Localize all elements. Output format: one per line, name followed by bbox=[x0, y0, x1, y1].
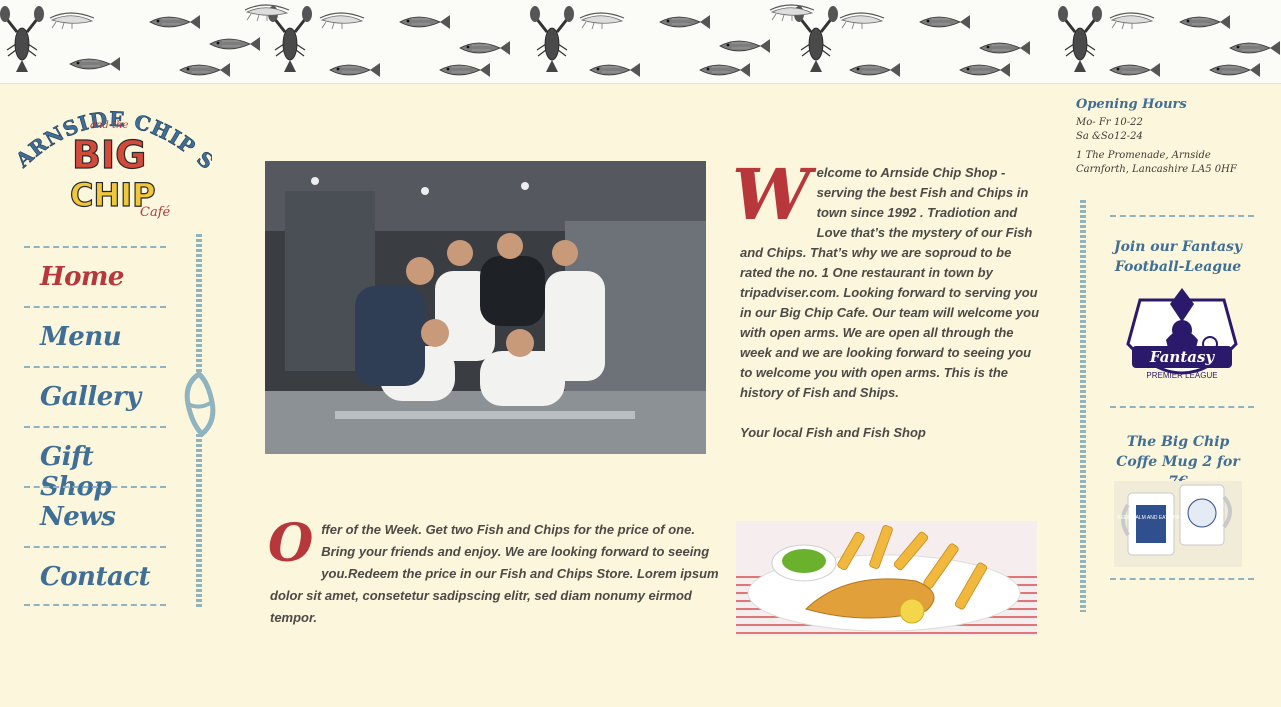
offer-section: O ffer of the Week. Get two Fish and Chi… bbox=[268, 513, 720, 629]
nav-item-menu[interactable]: Menu bbox=[24, 306, 166, 366]
address-line: 1 The Promenade, Arnside bbox=[1076, 150, 1211, 161]
opening-hours-title: Opening Hours bbox=[1076, 97, 1187, 112]
nav-item-home[interactable]: Home bbox=[24, 246, 166, 306]
nav-label: Home bbox=[40, 262, 124, 292]
rope-knot-decoration bbox=[182, 234, 222, 608]
nav-item-gift-shop[interactable]: Gift Shop bbox=[24, 426, 166, 502]
rope-decoration bbox=[1076, 200, 1090, 612]
nav-label: Menu bbox=[40, 322, 122, 352]
hours-row: Mo- Fr 10-22 bbox=[1076, 117, 1143, 128]
svg-text:Café: Café bbox=[140, 205, 171, 220]
svg-text:PREMIER LEAGUE: PREMIER LEAGUE bbox=[1146, 371, 1217, 380]
nav-item-gallery[interactable]: Gallery bbox=[24, 366, 166, 426]
nav-item-contact[interactable]: Contact bbox=[24, 546, 166, 606]
divider bbox=[1110, 215, 1254, 217]
address-line: Carnforth, Lancashire LA5 0HF bbox=[1076, 164, 1237, 175]
premier-league-badge[interactable]: Fantasy PREMIER LEAGUE bbox=[1124, 284, 1240, 396]
coffee-mugs-image[interactable]: KEEP CALM AND EAT CHIPS bbox=[1114, 481, 1242, 567]
team-photo bbox=[265, 161, 706, 454]
lobster-icon bbox=[0, 4, 1104, 74]
offer-text: ffer of the Week. Get two Fish and Chips… bbox=[270, 522, 719, 625]
svg-text:Fantasy: Fantasy bbox=[1149, 348, 1216, 366]
shrimp-icon bbox=[49, 4, 1155, 30]
offer-dropcap: O bbox=[268, 513, 314, 574]
divider bbox=[1110, 578, 1254, 580]
nav-label: Gallery bbox=[40, 382, 141, 412]
welcome-dropcap: W bbox=[732, 153, 811, 236]
nav-label: News bbox=[40, 502, 116, 532]
main-nav: Home Menu Gallery Gift Shop News Contact bbox=[24, 246, 166, 606]
svg-text:and the: and the bbox=[90, 120, 128, 131]
nav-label: Contact bbox=[40, 562, 151, 592]
opening-hours: Opening Hours Mo- Fr 10-22 Sa &So12-24 1 … bbox=[1076, 97, 1276, 177]
hours-row: Sa &So12-24 bbox=[1076, 131, 1143, 142]
logo[interactable]: ARNSIDE CHIP SHOP and the BIG CHIP Café bbox=[2, 73, 219, 227]
svg-text:KEEP CALM AND EAT CHIPS: KEEP CALM AND EAT CHIPS bbox=[1117, 515, 1185, 521]
seafood-pattern-banner bbox=[0, 0, 1281, 84]
welcome-section: W elcome to Arnside Chip Shop - serving … bbox=[732, 160, 1040, 463]
fish-icon bbox=[69, 14, 1281, 78]
fish-and-chips-photo bbox=[736, 521, 1037, 636]
welcome-signature: Your local Fish and Fish Shop bbox=[740, 425, 926, 440]
svg-text:BIG: BIG bbox=[72, 133, 146, 177]
fantasy-league-title[interactable]: Join our Fantasy Football-League bbox=[1108, 237, 1248, 277]
divider bbox=[1110, 406, 1254, 408]
nav-item-news[interactable]: News bbox=[24, 486, 166, 546]
